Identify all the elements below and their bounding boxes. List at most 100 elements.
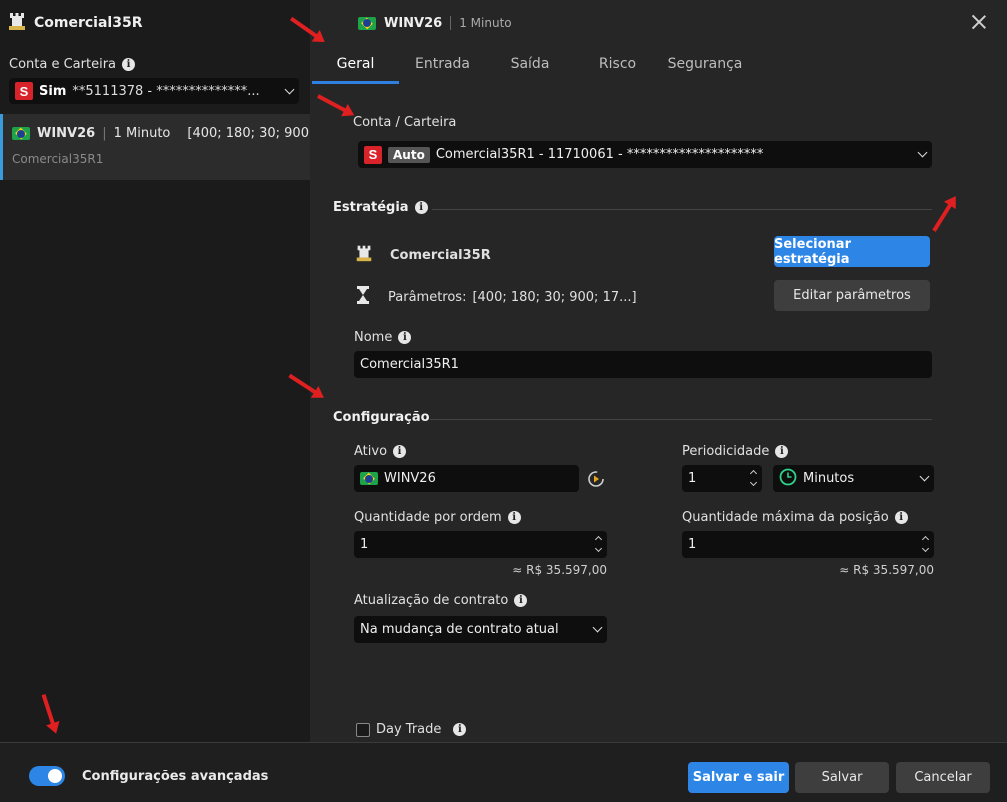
qty-per-order-stepper[interactable]: 1 — [354, 531, 607, 558]
info-icon[interactable]: i — [393, 445, 407, 458]
asset-label-text: Ativo — [354, 444, 388, 459]
edit-parameters-button[interactable]: Editar parâmetros — [774, 280, 930, 311]
chevron-down-icon — [284, 84, 295, 94]
name-label-text: Nome — [354, 330, 393, 345]
parameters-value: [400; 180; 30; 900; 17...] — [472, 289, 637, 305]
account-type-badge: S — [15, 82, 33, 100]
strategy-section-text: Estratégia — [333, 200, 409, 215]
advanced-settings-toggle[interactable] — [29, 766, 65, 786]
periodicity-unit: Minutos — [803, 471, 855, 486]
brazil-flag-icon — [360, 472, 378, 485]
name-value: Comercial35R1 — [360, 357, 459, 372]
separator: | — [102, 126, 107, 141]
account-value: Comercial35R1 - 11710061 - *************… — [435, 147, 764, 162]
account-section-label: Conta / Carteira — [353, 115, 457, 130]
info-icon[interactable]: i — [507, 511, 521, 524]
item-symbol: WINV26 — [37, 126, 96, 141]
max-qty-approx-value: ≈ R$ 35.597,00 — [839, 563, 934, 577]
dialog-header: WINV26 1 Minuto — [310, 0, 1007, 46]
cancel-button[interactable]: Cancelar — [896, 762, 990, 793]
stepper-arrows[interactable] — [593, 533, 603, 555]
header-symbol: WINV26 — [384, 15, 443, 31]
info-icon[interactable]: i — [414, 201, 428, 214]
info-icon[interactable]: i — [122, 58, 136, 71]
name-input[interactable]: Comercial35R1 — [354, 351, 932, 378]
chevron-down-icon — [919, 471, 930, 482]
refresh-contract-icon[interactable] — [586, 469, 606, 489]
header-period: 1 Minuto — [459, 16, 512, 30]
chess-rook-icon — [354, 243, 374, 267]
strategy-name: Comercial35R — [390, 247, 491, 263]
contract-update-label: Atualização de contrato i — [354, 593, 528, 608]
info-icon[interactable]: i — [398, 331, 412, 344]
close-icon[interactable] — [970, 13, 988, 31]
config-section-text: Configuração — [333, 410, 430, 425]
item-params: [400; 180; 30; 900... — [187, 126, 322, 141]
periodicity-unit-select[interactable]: Minutos — [773, 465, 934, 492]
parameters-icon — [354, 285, 372, 309]
stepper-arrows[interactable] — [748, 467, 758, 489]
contract-update-label-text: Atualização de contrato — [354, 593, 509, 608]
info-icon[interactable]: i — [894, 511, 908, 524]
info-icon[interactable]: i — [453, 723, 467, 736]
section-divider — [432, 209, 932, 210]
section-divider — [430, 419, 932, 420]
auto-badge: Auto — [388, 146, 430, 163]
tab-risco[interactable]: Risco — [585, 56, 650, 84]
asset-input[interactable]: WINV26 — [354, 465, 579, 492]
contract-update-value: Na mudança de contrato atual — [360, 622, 559, 637]
max-qty-value: 1 — [688, 537, 697, 552]
max-qty-label-text: Quantidade máxima da posição — [682, 510, 889, 525]
qty-label-text: Quantidade por ordem — [354, 510, 502, 525]
tab-saida[interactable]: Saída — [495, 56, 565, 84]
account-type-badge: S — [364, 145, 382, 164]
periodicity-value: 1 — [688, 471, 697, 486]
strategy-config-dialog: WINV26 1 Minuto Geral Entrada Saída Risc… — [310, 0, 1007, 802]
strategy-name-row: Comercial35R — [354, 243, 491, 267]
qty-approx-value: ≈ R$ 35.597,00 — [512, 563, 607, 577]
chess-rook-icon — [6, 10, 28, 36]
save-button[interactable]: Salvar — [795, 762, 889, 793]
periodicity-stepper[interactable]: 1 — [682, 465, 762, 492]
parameters-label: Parâmetros: — [388, 289, 467, 305]
chevron-down-icon — [917, 147, 928, 158]
save-and-exit-button[interactable]: Salvar e sair — [688, 762, 789, 793]
max-qty-label: Quantidade máxima da posição i — [682, 510, 908, 525]
max-position-qty-stepper[interactable]: 1 — [682, 531, 934, 558]
periodicity-label: Periodicidade i — [682, 444, 789, 459]
brazil-flag-icon — [358, 16, 376, 30]
parameters-row: Parâmetros: [400; 180; 30; 900; 17...] — [354, 285, 637, 309]
account-wallet-select[interactable]: S Auto Comercial35R1 - 11710061 - ******… — [358, 141, 932, 168]
day-trade-checkbox[interactable] — [356, 722, 370, 737]
info-icon[interactable]: i — [775, 445, 789, 458]
asset-value: WINV26 — [384, 471, 436, 486]
left-panel-header: Comercial35R — [0, 0, 310, 46]
left-panel-title: Comercial35R — [34, 15, 143, 31]
qty-label: Quantidade por ordem i — [354, 510, 521, 525]
name-label: Nome i — [354, 330, 412, 345]
strategy-list-item[interactable]: WINV26 | 1 Minuto [400; 180; 30; 900... … — [0, 114, 321, 180]
account-label: Conta e Carteira i — [9, 57, 136, 72]
tab-geral[interactable]: Geral — [312, 56, 399, 84]
periodicity-label-text: Periodicidade — [682, 444, 770, 459]
select-strategy-button[interactable]: Selecionar estratégia — [774, 236, 930, 267]
account-select[interactable]: S Sim **5111378 - **************... — [9, 78, 299, 104]
tab-seguranca[interactable]: Segurança — [660, 56, 750, 84]
account-mask: **5111378 - **************... — [72, 83, 260, 99]
active-tab-indicator — [312, 81, 399, 84]
stepper-arrows[interactable] — [920, 533, 930, 555]
day-trade-label: Day Trade — [376, 722, 442, 737]
chevron-down-icon — [592, 622, 603, 633]
separator — [450, 16, 452, 30]
asset-label: Ativo i — [354, 444, 407, 459]
qty-value: 1 — [360, 537, 369, 552]
tab-entrada[interactable]: Entrada — [405, 56, 480, 84]
info-icon[interactable]: i — [514, 594, 528, 607]
tab-bar: Geral Entrada Saída Risco Segurança — [310, 56, 1007, 84]
brazil-flag-icon — [12, 127, 30, 140]
advanced-settings-label: Configurações avançadas — [82, 769, 269, 784]
contract-update-select[interactable]: Na mudança de contrato atual — [354, 616, 607, 643]
strategy-section-title: Estratégia i — [333, 200, 428, 215]
account-label-text: Conta e Carteira — [9, 57, 117, 72]
item-name: Comercial35R1 — [12, 152, 104, 166]
